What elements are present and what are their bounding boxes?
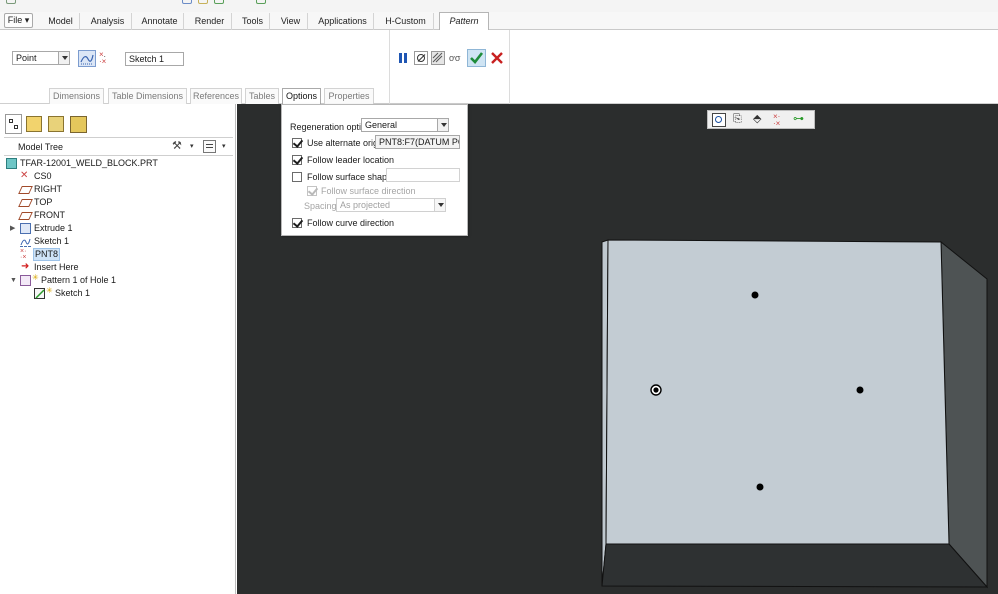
tab-analysis[interactable]: Analysis	[84, 13, 132, 30]
sketch-icon	[20, 236, 31, 247]
pattern-point	[751, 291, 759, 299]
regenerate-icon[interactable]	[214, 0, 224, 4]
tab-annotate[interactable]: Annotate	[136, 13, 184, 30]
regeneration-option-select[interactable]: General	[361, 118, 449, 132]
follow-surface-direction-checkbox	[307, 186, 317, 196]
datum-plane-icon	[18, 186, 33, 194]
follow-leader-location-checkbox[interactable]	[292, 155, 302, 165]
show-icon[interactable]	[203, 140, 216, 153]
tab-model[interactable]: Model	[42, 13, 80, 30]
layers-tab-icon[interactable]	[26, 116, 42, 132]
collapse-arrow-icon[interactable]: ▼	[10, 274, 17, 287]
model-tree-title: Model Tree	[18, 142, 64, 152]
reference-point-center	[653, 387, 659, 393]
follow-surface-direction-label: Follow surface direction	[321, 186, 416, 196]
follow-leader-location-label: Follow leader location	[307, 155, 395, 165]
subtab-dimensions[interactable]: Dimensions	[49, 88, 104, 104]
cancel-button[interactable]	[490, 51, 504, 65]
surface-shape-field[interactable]	[386, 168, 460, 182]
follow-surface-shape-label: Follow surface shape	[307, 172, 393, 182]
star-icon: ✳	[32, 273, 39, 282]
save-icon[interactable]	[182, 0, 192, 4]
open-icon[interactable]	[198, 0, 208, 4]
file-menu[interactable]: File ▾	[4, 13, 33, 28]
tab-applications[interactable]: Applications	[312, 13, 374, 30]
extrude-icon	[20, 223, 31, 234]
sketch-name-field[interactable]: Sketch 1	[125, 52, 184, 66]
pattern-point	[756, 483, 764, 491]
subtab-references[interactable]: References	[190, 88, 242, 104]
favorites-tab-icon[interactable]	[70, 116, 87, 133]
chevron-down-icon[interactable]: ▾	[222, 142, 226, 150]
tab-render[interactable]: Render	[188, 13, 232, 30]
datum-plane-icon	[18, 212, 33, 220]
accept-button[interactable]	[467, 49, 486, 67]
glasses-icon[interactable]: ơσ	[449, 53, 465, 63]
options-panel: Regeneration option General Use alternat…	[281, 104, 468, 236]
regeneration-option-label: Regeneration option	[290, 122, 372, 132]
subtab-properties[interactable]: Properties	[324, 88, 374, 104]
follow-surface-shape-checkbox[interactable]	[292, 172, 302, 182]
coordinate-system-icon: ✕	[20, 170, 29, 181]
block-bottom-face	[601, 543, 989, 588]
ribbon-tab-bar: File ▾ Model Analysis Annotate Render To…	[0, 12, 998, 31]
quick-access-toolbar	[0, 0, 998, 12]
spacing-label: Spacing	[304, 201, 337, 211]
use-alternate-origin-checkbox[interactable]	[292, 138, 302, 148]
tab-tools[interactable]: Tools	[236, 13, 270, 30]
new-icon[interactable]	[6, 0, 16, 4]
subtab-tables[interactable]: Tables	[245, 88, 279, 104]
pattern-point	[856, 386, 864, 394]
pause-icon[interactable]	[397, 52, 409, 64]
follow-curve-direction-label: Follow curve direction	[307, 218, 395, 228]
sketch-pattern-icon[interactable]	[78, 50, 96, 67]
follow-curve-direction-checkbox[interactable]	[292, 218, 302, 228]
settings-icon[interactable]: ⚒	[172, 140, 186, 153]
datum-plane-icon	[18, 199, 33, 207]
no-preview-icon[interactable]	[414, 51, 428, 65]
subtab-options[interactable]: Options	[282, 88, 321, 104]
subtab-table-dimensions[interactable]: Table Dimensions	[108, 88, 187, 104]
use-alternate-origin-label: Use alternate origin	[307, 138, 386, 148]
chevron-down-icon[interactable]: ▾	[190, 142, 194, 150]
model-tree-tab-icon[interactable]	[5, 114, 22, 134]
windows-icon[interactable]	[256, 0, 266, 4]
insert-arrow-icon: ➜	[21, 261, 30, 272]
star-icon: ✳	[46, 286, 53, 295]
points-icon[interactable]: ×. ·×	[99, 51, 113, 66]
part-icon	[6, 158, 17, 169]
spacing-select: As projected	[336, 198, 446, 212]
datum-point-icon: ×· ·×	[20, 248, 27, 261]
tab-view[interactable]: View	[274, 13, 308, 30]
folder-browser-tab-icon[interactable]	[48, 116, 64, 132]
model-tree-pane: Model Tree ⚒ ▾ ▾ TFAR-12001_WELD_BLOCK.P…	[0, 104, 236, 594]
expand-arrow-icon[interactable]: ▶	[10, 222, 15, 235]
pattern-type-select[interactable]: Point	[12, 51, 70, 65]
alternate-origin-field[interactable]: PNT8:F7(DATUM POINT	[375, 135, 460, 149]
pattern-icon	[20, 275, 31, 286]
tab-h-custom[interactable]: H-Custom	[378, 13, 434, 30]
tab-pattern[interactable]: Pattern	[439, 12, 489, 31]
verify-preview-icon[interactable]	[431, 51, 445, 65]
sketch-icon	[34, 288, 45, 299]
